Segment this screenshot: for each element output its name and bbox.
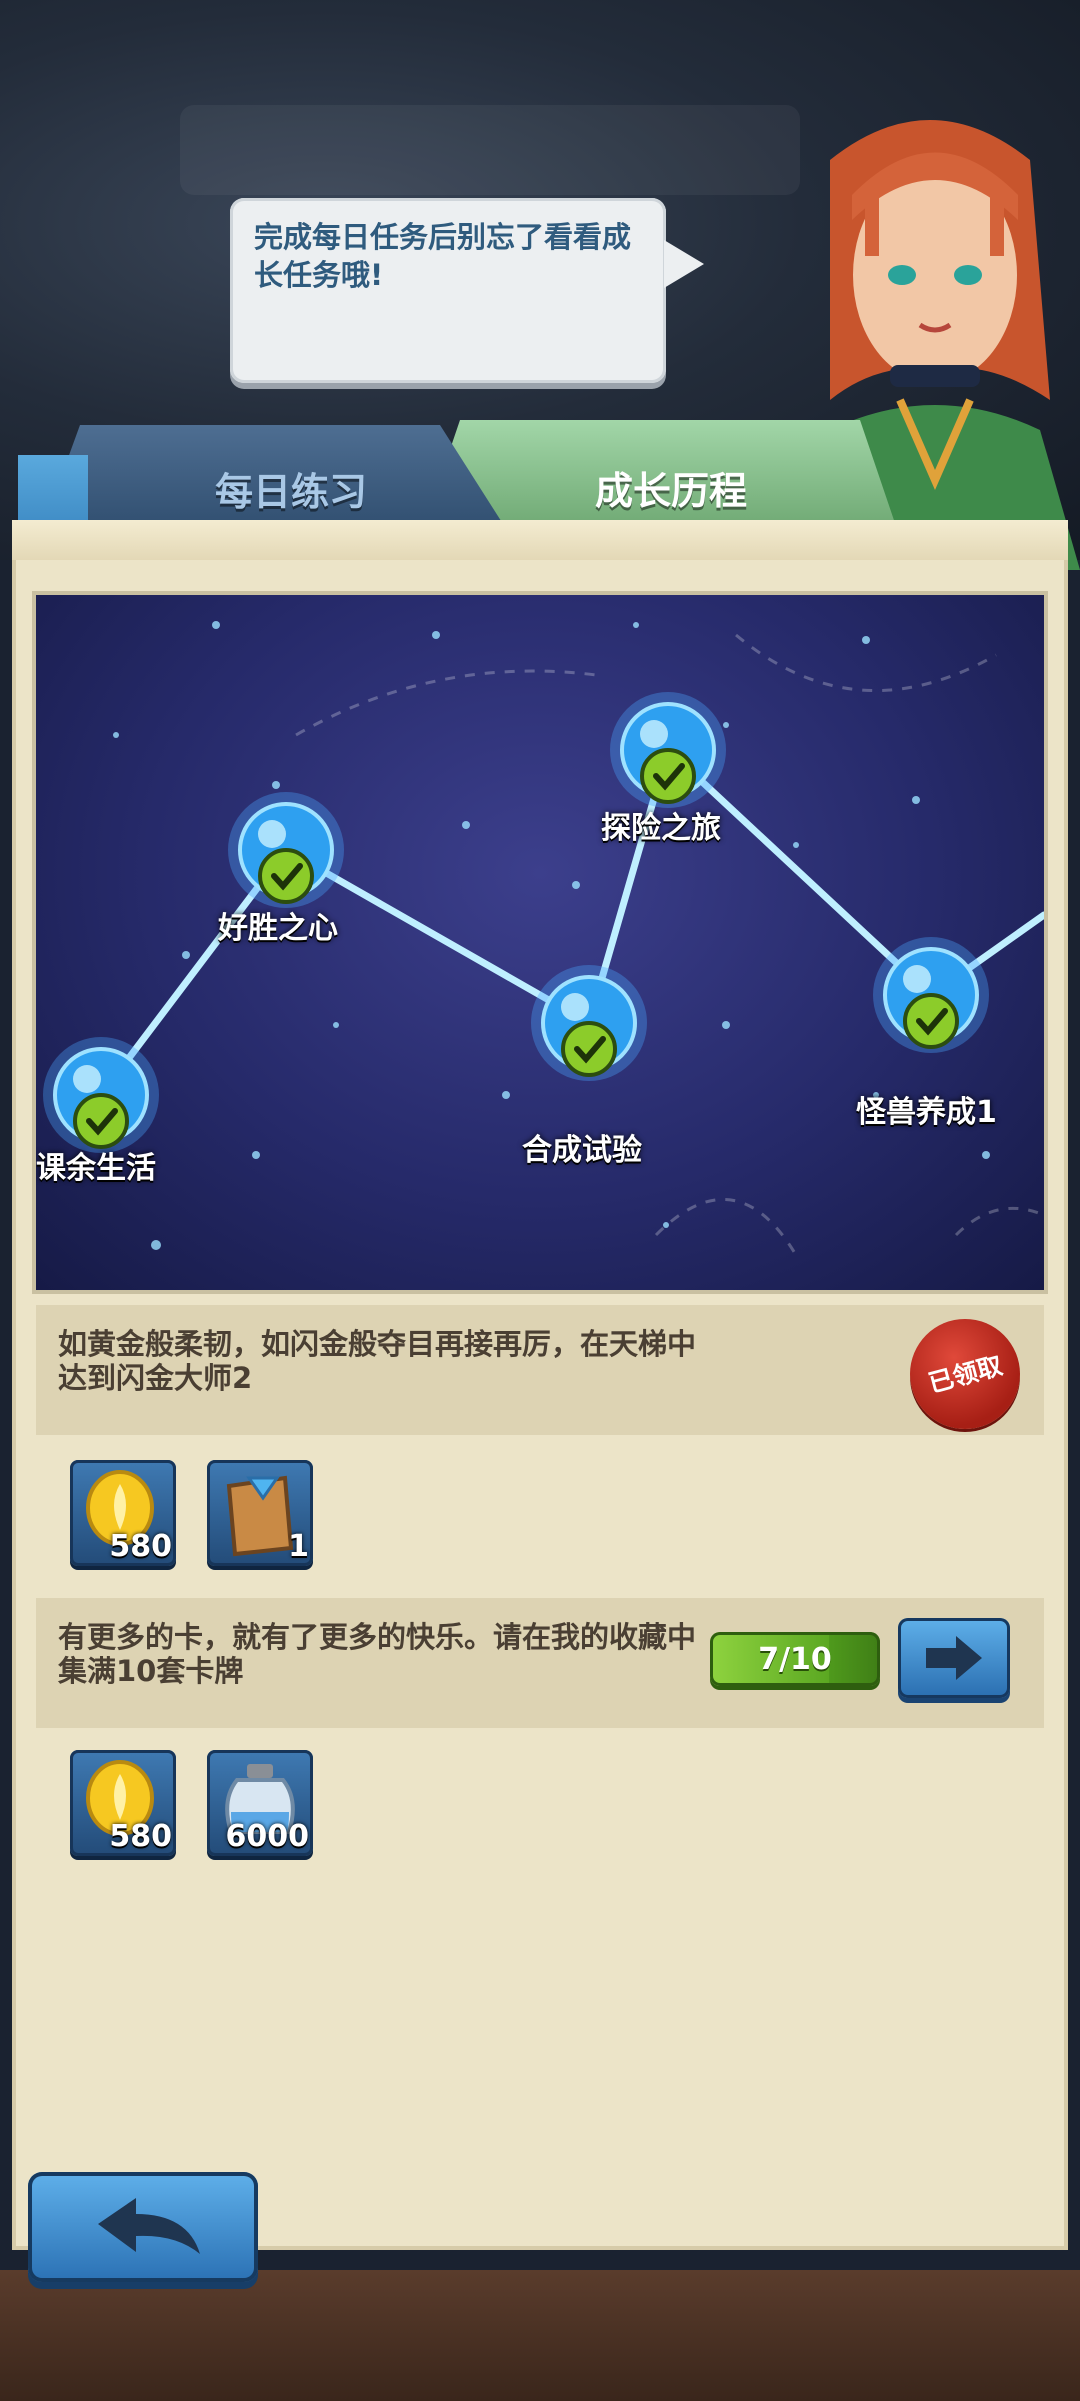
tab-growth-label: 成长历程: [595, 469, 748, 513]
task-description: 如黄金般柔韧，如闪金般夺目再接再厉，在天梯中达到闪金大师2: [58, 1327, 697, 1395]
check-icon: [73, 1093, 129, 1149]
claimed-seal-label: 已领取: [925, 1350, 1006, 1399]
node-highlight: [903, 965, 931, 993]
node-highlight: [640, 720, 668, 748]
reward-card-pack: 1: [207, 1460, 313, 1566]
task-progress-text: 7/10: [758, 1642, 832, 1677]
node-label-adventure-journey: 探险之旅: [601, 811, 721, 846]
wooden-floor: [0, 2270, 1080, 2401]
check-icon: [561, 1021, 617, 1077]
tab-daily-practice[interactable]: 每日练习: [40, 425, 510, 535]
node-highlight: [73, 1065, 101, 1093]
node-label-synthesis-trial: 合成试验: [522, 1133, 642, 1168]
reward-potion-jar: 6000: [207, 1750, 313, 1856]
claimed-seal-badge: 已领取: [910, 1319, 1020, 1429]
task-description: 有更多的卡，就有了更多的快乐。请在我的收藏中集满10套卡牌: [58, 1620, 697, 1688]
task-row: 如黄金般柔韧，如闪金般夺目再接再厉，在天梯中达到闪金大师2 已领取: [36, 1305, 1044, 1435]
constellation-node-monster-raising[interactable]: [873, 937, 989, 1053]
tab-daily-label: 每日练习: [215, 470, 368, 514]
speech-bubble-text: 完成每日任务后别忘了看看成长任务哦!: [254, 220, 632, 292]
reward-gold-coin: 580: [70, 1460, 176, 1566]
speech-bubble: 完成每日任务后别忘了看看成长任务哦!: [230, 198, 704, 383]
node-label-monster-raising: 怪兽养成1: [856, 1095, 997, 1130]
back-button[interactable]: [28, 2172, 258, 2282]
background-blur-panel: [180, 105, 800, 195]
constellation-node-synthesis-trial[interactable]: [531, 965, 647, 1081]
task-progress-bar: 7/10: [710, 1632, 880, 1686]
check-icon: [640, 748, 696, 804]
task-row: 有更多的卡，就有了更多的快乐。请在我的收藏中集满10套卡牌 7/10: [36, 1598, 1044, 1728]
node-label-competitive-heart: 好胜之心: [218, 911, 338, 946]
check-icon: [258, 848, 314, 904]
reward-gold-coin: 580: [70, 1750, 176, 1856]
constellation-node-after-school[interactable]: [43, 1037, 159, 1153]
reward-count: 1: [288, 1529, 309, 1564]
reward-count: 580: [109, 1529, 172, 1564]
back-arrow-icon: [98, 2198, 200, 2254]
node-highlight: [258, 820, 286, 848]
node-label-after-school: 课余生活: [36, 1151, 156, 1186]
go-to-task-button[interactable]: [898, 1618, 1010, 1698]
constellation-node-adventure-journey[interactable]: [610, 692, 726, 808]
check-icon: [903, 993, 959, 1049]
constellation-node-competitive-heart[interactable]: [228, 792, 344, 908]
parchment-top-edge: [12, 520, 1068, 560]
arrow-right-icon: [926, 1636, 982, 1680]
reward-count: 580: [109, 1819, 172, 1854]
constellation-map: 课余生活 好胜之心 合成试验 探险之旅 怪兽养成1: [36, 595, 1044, 1290]
constellation-svg: [43, 621, 1044, 1256]
reward-count: 6000: [225, 1819, 310, 1854]
node-highlight: [561, 993, 589, 1021]
